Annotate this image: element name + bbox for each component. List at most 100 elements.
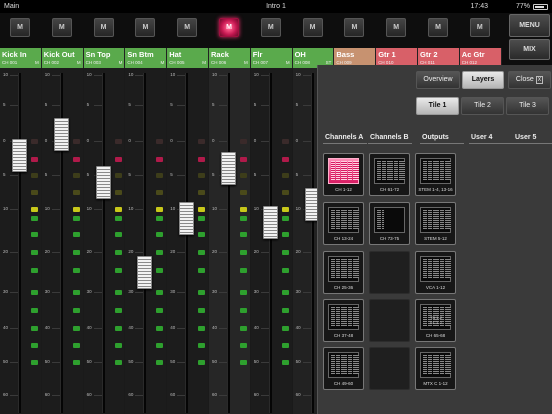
fader-scale-label: 40 <box>170 325 176 330</box>
channel-name-tab[interactable]: Flr CH 007 M <box>250 48 293 68</box>
meter-indicator <box>198 157 206 162</box>
meter-indicator <box>198 290 206 295</box>
mute-button[interactable]: M <box>10 18 30 37</box>
meter-indicator <box>281 343 289 348</box>
fader-scale-label: 20 <box>170 249 176 254</box>
layer-tile[interactable]: STEM 5-12 <box>415 202 456 245</box>
mute-button[interactable]: M <box>428 18 448 37</box>
layer-tile[interactable]: CH 25-36 <box>323 251 364 294</box>
fader-track <box>143 73 147 413</box>
mix-button[interactable]: MIX <box>509 39 550 60</box>
overview-button[interactable]: Overview <box>416 71 460 89</box>
channel-name: OH <box>294 50 306 59</box>
status-bar: Main Intro 1 17:43 77% <box>0 0 552 13</box>
mute-button[interactable]: M <box>135 18 156 37</box>
tile-fader-bar <box>449 355 452 374</box>
tile-fader-bar <box>381 210 384 229</box>
mute-button[interactable]: M <box>469 18 490 37</box>
fader-scale-label: 5 <box>86 172 90 177</box>
fader-scale-label: 10 <box>44 206 50 211</box>
fader-scale-label: 30 <box>170 289 176 294</box>
mute-button[interactable]: M <box>260 18 281 37</box>
layers-button[interactable]: Layers <box>462 71 504 89</box>
meter-indicator <box>240 232 247 237</box>
meter-indicator <box>72 308 80 313</box>
meter-indicator <box>156 268 164 273</box>
meter-indicator <box>31 326 38 331</box>
fader-cap[interactable] <box>262 205 278 239</box>
channel-name-tab[interactable]: Kick In CH 001 M <box>0 48 42 68</box>
meter-indicator <box>72 232 80 237</box>
channel-name-tab[interactable]: Sn Top CH 003 M <box>83 48 126 68</box>
meter-indicator <box>281 250 289 255</box>
channel-name-tab[interactable]: Rack CH 006 M <box>209 48 251 68</box>
fader-cap[interactable] <box>53 117 69 151</box>
mute-button[interactable]: M <box>51 18 72 37</box>
column-underline <box>469 143 513 144</box>
layer-tile[interactable]: MTX C 1-12 <box>415 347 456 390</box>
layer-tile[interactable]: VCA 1-12 <box>415 251 456 294</box>
channel-name-tab[interactable]: Kick Out CH 002 M <box>41 48 84 68</box>
mute-button[interactable]: M <box>177 18 198 37</box>
meter-indicator <box>114 343 122 348</box>
layer-tile[interactable]: CH 1-12 <box>323 153 364 196</box>
layer-tile[interactable]: CH 13-24 <box>323 202 364 245</box>
mute-button[interactable]: M <box>344 18 365 37</box>
column-header: Channels B <box>370 134 409 141</box>
menu-button[interactable]: MENU <box>509 14 550 37</box>
tile-thumbnail <box>328 256 360 282</box>
column-underline <box>368 143 412 144</box>
meter-indicator <box>198 190 206 195</box>
tile-fader-bar <box>357 161 360 180</box>
tab-tile-1[interactable]: Tile 1 <box>416 97 459 115</box>
fader-scale-label: 60 <box>253 392 259 397</box>
mute-button[interactable]: M <box>302 18 323 37</box>
fader-scale-label: 5 <box>212 172 215 177</box>
mute-button[interactable]: M <box>386 18 407 37</box>
layer-tile[interactable]: CH 73-75 <box>369 202 410 245</box>
channel-name-tab[interactable]: Sn Btm CH 004 M <box>125 48 168 68</box>
tile-thumbnail <box>420 207 452 233</box>
fader-cap[interactable] <box>95 165 111 199</box>
meter-indicator <box>240 173 247 178</box>
fader-cap[interactable] <box>137 256 153 289</box>
layer-tile[interactable]: CH 49-60 <box>323 347 364 390</box>
channel-name-tab[interactable]: Hat CH 005 M <box>167 48 209 68</box>
fader-cap[interactable] <box>221 152 236 186</box>
tab-tile-3[interactable]: Tile 3 <box>506 97 549 115</box>
meter-indicator <box>281 157 289 162</box>
layer-tile[interactable] <box>369 299 410 342</box>
channel-number: CH 003 <box>85 60 101 65</box>
fader-scale-label: 5 <box>295 172 299 177</box>
layer-tile[interactable] <box>369 347 410 390</box>
fader-scale-label: 10 <box>170 72 176 77</box>
channel-tag: M <box>244 60 248 65</box>
channel-tag: M <box>35 60 39 65</box>
layer-tile[interactable] <box>369 251 410 294</box>
fader-scale-label: 5 <box>3 172 6 177</box>
meter-indicator <box>31 207 38 212</box>
fader-track <box>268 73 272 413</box>
meter-indicator <box>156 190 164 195</box>
fader-cap[interactable] <box>12 138 27 172</box>
mute-button[interactable]: M <box>93 18 114 37</box>
layer-tile[interactable]: CH 61-72 <box>369 153 410 196</box>
fader-cap[interactable] <box>179 201 195 235</box>
meter-indicator <box>156 360 164 365</box>
layer-tile[interactable]: TB 1-2 S1 1-2 CH 65-68 <box>415 299 456 342</box>
fader-scale-label: 30 <box>212 289 218 294</box>
close-button[interactable]: Close X <box>508 71 551 89</box>
mute-button[interactable]: M <box>219 18 239 37</box>
meter-indicator <box>198 308 206 313</box>
channel-tag: M <box>160 60 165 65</box>
fader-scale-label: 60 <box>295 392 301 397</box>
layer-tile[interactable]: STEM 1-4, 13-16 <box>415 153 456 196</box>
meter-indicator <box>198 250 206 255</box>
tile-label: CH 25-36 <box>333 285 354 290</box>
channel-name: Gtr 1 <box>378 50 396 59</box>
layer-tile[interactable]: CH 37-48 <box>323 299 364 342</box>
tab-tile-2[interactable]: Tile 2 <box>461 97 504 115</box>
channel-name: Rack <box>211 50 229 59</box>
tile-label: CH 65-68 <box>425 333 446 338</box>
fader-scale-label: 5 <box>128 172 131 177</box>
